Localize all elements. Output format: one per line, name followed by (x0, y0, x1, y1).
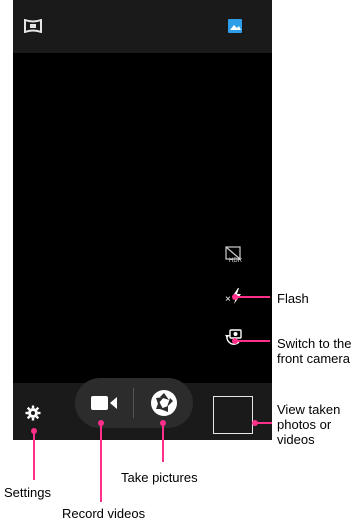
view-photos-label-line2: photos or (277, 417, 332, 432)
settings-callout-dot (31, 428, 37, 434)
video-camera-icon[interactable] (89, 391, 119, 415)
flash-callout-dot (232, 294, 238, 300)
view-photos-label-line1: View taken (277, 402, 341, 417)
hdr-off-icon[interactable]: HDR (223, 244, 245, 264)
camera-screen: HDR × (13, 0, 272, 440)
view-photos-callout-dot (252, 420, 258, 426)
switch-camera-label-line1: Switch to the (277, 336, 352, 351)
switch-camera-callout-line (236, 340, 270, 342)
panorama-icon[interactable] (23, 18, 43, 34)
view-photos-callout-line (256, 422, 272, 424)
flash-callout-line (236, 296, 270, 298)
switch-camera-callout-dot (232, 338, 238, 344)
settings-icon[interactable] (23, 403, 43, 423)
flash-label: Flash (277, 291, 309, 306)
camera-top-bar (13, 0, 272, 53)
capture-mode-pill (75, 378, 193, 428)
take-pictures-label: Take pictures (121, 470, 198, 485)
settings-label: Settings (4, 485, 51, 500)
record-videos-callout-dot (98, 420, 104, 426)
record-videos-callout-line (100, 424, 102, 502)
view-photos-label-line3: videos (277, 432, 315, 447)
switch-camera-label: Switch to the front camera (277, 336, 351, 366)
settings-callout-line (33, 432, 35, 480)
take-pictures-callout-dot (160, 420, 166, 426)
svg-text:HDR: HDR (229, 258, 243, 263)
record-videos-label: Record videos (62, 506, 146, 521)
take-pictures-callout-line (162, 424, 164, 462)
view-photos-label: View taken photos or videos (277, 402, 340, 447)
svg-text:×: × (225, 294, 231, 305)
thumbnail-preview[interactable] (213, 396, 253, 434)
shutter-icon[interactable] (147, 386, 181, 420)
gallery-icon[interactable] (226, 17, 244, 35)
pill-divider (133, 388, 134, 418)
switch-camera-label-line2: front camera (277, 351, 350, 366)
